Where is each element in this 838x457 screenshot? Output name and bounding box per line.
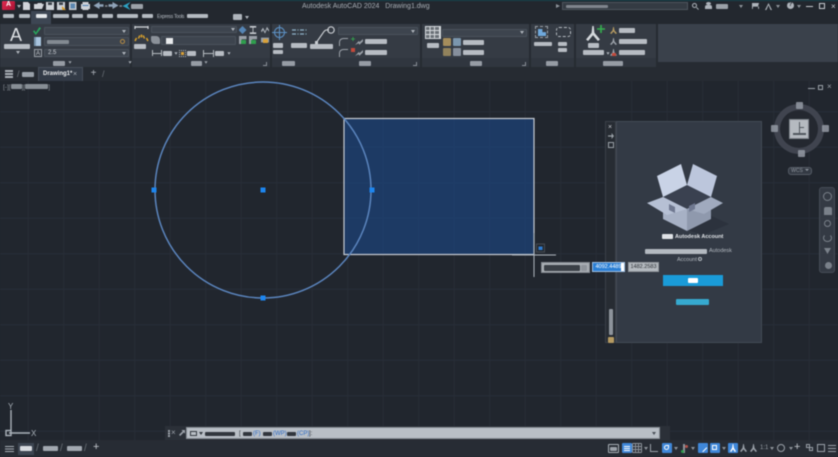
svg-text:X: X <box>31 429 37 438</box>
svg-text:Y: Y <box>8 402 14 411</box>
